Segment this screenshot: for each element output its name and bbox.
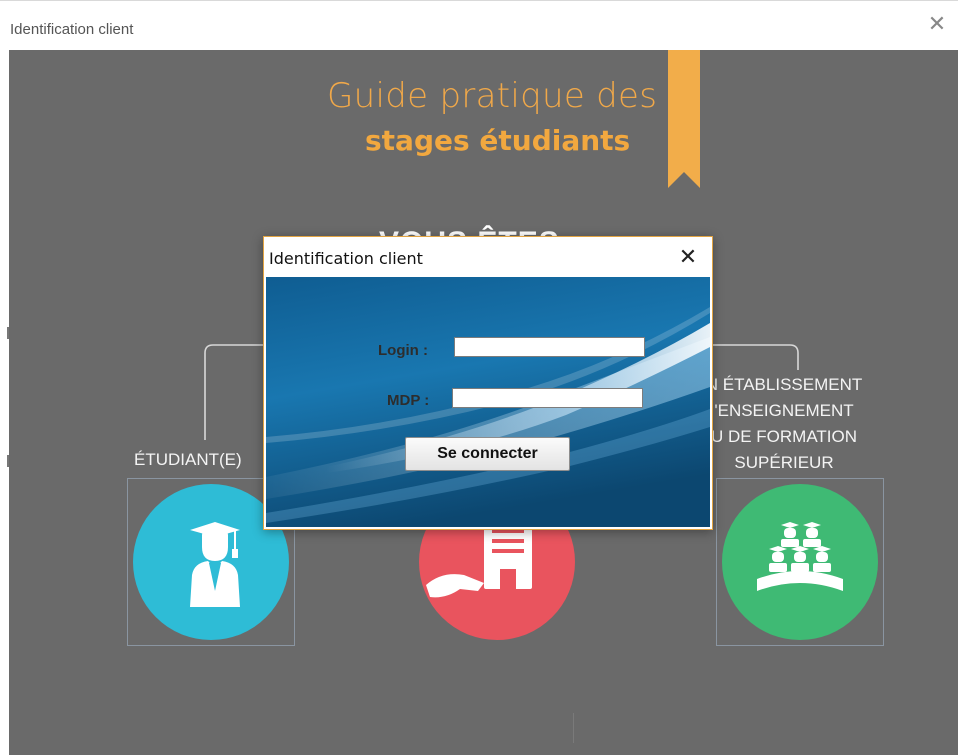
divider xyxy=(573,713,574,743)
password-input[interactable] xyxy=(452,388,643,408)
window-titlebar: Identification client ✕ xyxy=(0,0,958,43)
dialog-titlebar[interactable]: Identification client ✕ xyxy=(264,237,712,277)
student-label: ÉTUDIANT(E) xyxy=(134,450,242,469)
login-label: Login : xyxy=(378,342,428,359)
close-icon[interactable]: ✕ xyxy=(676,245,700,269)
dialog-body: Login : MDP : Se connecter xyxy=(266,277,710,527)
dialog-title: Identification client xyxy=(269,249,423,268)
graduates-group-icon xyxy=(757,522,843,591)
graduates-tile[interactable] xyxy=(716,478,884,646)
login-input[interactable] xyxy=(454,337,645,357)
close-icon[interactable]: ✕ xyxy=(924,11,950,37)
window-title: Identification client xyxy=(10,21,134,38)
password-label: MDP : xyxy=(387,392,430,409)
connect-button[interactable]: Se connecter xyxy=(405,437,570,471)
left-edge-strip xyxy=(0,42,9,755)
login-dialog: Identification client ✕ Login: MDP: Se… xyxy=(263,236,713,530)
